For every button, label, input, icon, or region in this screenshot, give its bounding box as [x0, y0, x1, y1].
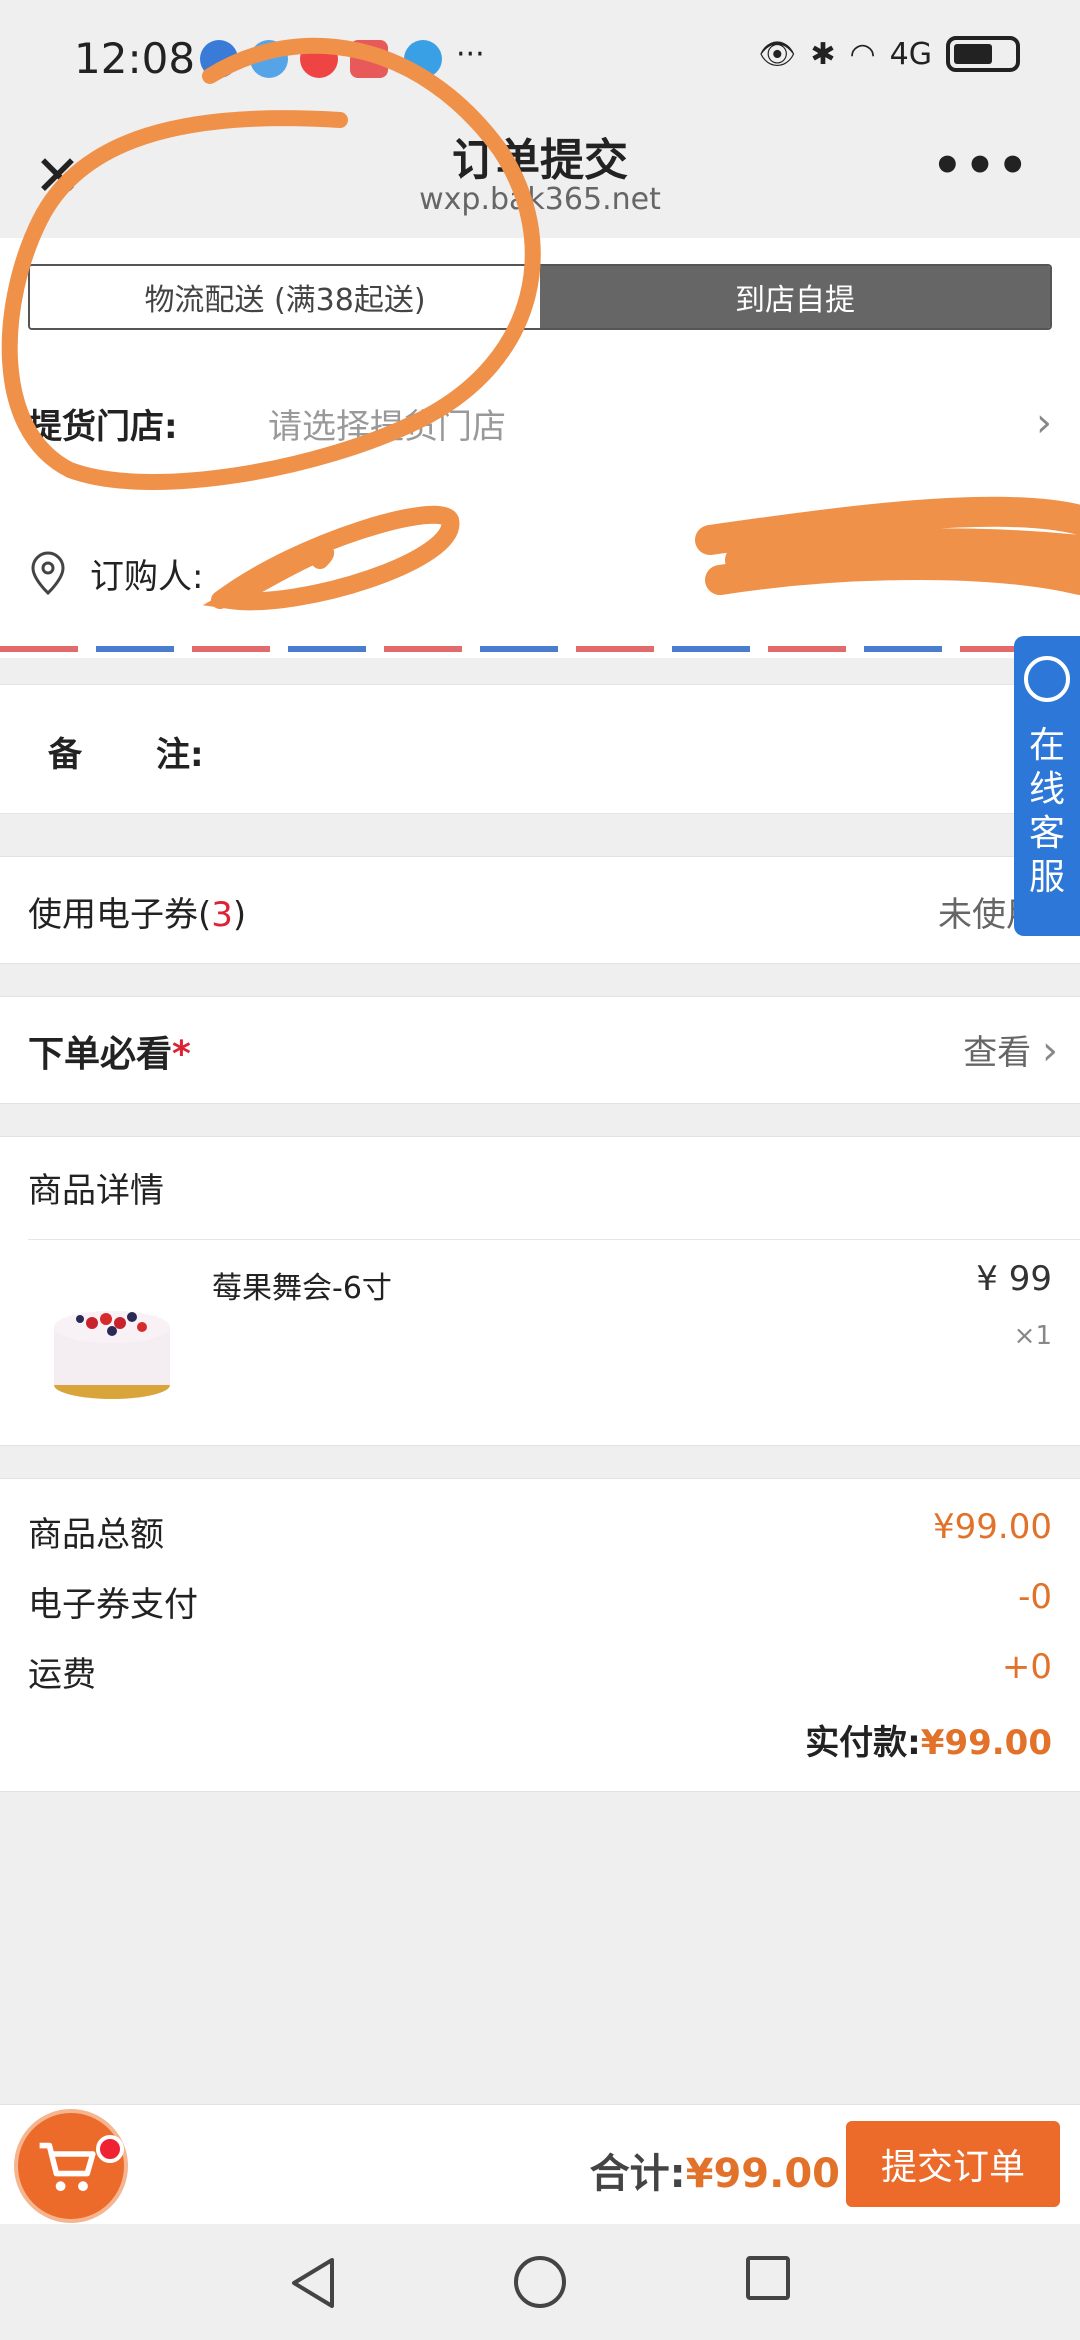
- coupon-label: 使用电子券(3): [28, 895, 247, 935]
- tab-logistics[interactable]: 物流配送 (满38起送): [30, 266, 540, 328]
- shipping-row: 运费 +0: [28, 1647, 1052, 1695]
- cart-icon: [39, 2142, 96, 2192]
- coupon-pay-row: 电子券支付 -0: [28, 1577, 1052, 1625]
- online-service-label: 在线客服: [1028, 725, 1065, 898]
- buyer-label: 订购人:: [90, 556, 204, 597]
- recents-icon[interactable]: [746, 2256, 790, 2300]
- shipping-value: +0: [1001, 1647, 1052, 1687]
- goods-name: 莓果舞会-6寸: [212, 1271, 392, 1306]
- store-placeholder: 请选择提货门店: [268, 406, 506, 447]
- huawei-app-icon: [350, 40, 388, 78]
- remark-label-suffix: 注:: [156, 735, 204, 775]
- more-notifications-icon: ···: [456, 37, 485, 72]
- store-label: 提货门店:: [28, 406, 178, 447]
- coupon-pay-value: -0: [1018, 1577, 1052, 1617]
- subtotal-value: ¥99.00: [933, 1507, 1052, 1547]
- back-icon[interactable]: [288, 2256, 338, 2310]
- title-bar: ✕ 订单提交 wxp.bak365.net •••: [0, 120, 1080, 238]
- chevron-right-icon: ›: [1042, 1028, 1058, 1074]
- location-pin-icon: [31, 551, 65, 596]
- more-menu-button[interactable]: •••: [932, 138, 1030, 194]
- store-select-row[interactable]: 提货门店: 请选择提货门店 ›: [28, 378, 1052, 468]
- headset-icon: [1024, 656, 1070, 702]
- subtotal-row: 商品总额 ¥99.00: [28, 1507, 1052, 1555]
- eye-icon: 👁: [758, 36, 797, 72]
- goods-card: 商品详情 莓果舞会-6寸 ¥ 99 ×1: [0, 1136, 1080, 1446]
- status-bar: 12:08 ··· 👁 ✱ ◠ 4G: [0, 0, 1080, 120]
- app-notification-icon: [300, 40, 338, 78]
- remark-label: 备: [48, 735, 84, 775]
- goods-price: ¥ 99: [976, 1259, 1052, 1299]
- goods-qty: ×1: [1013, 1321, 1052, 1351]
- tab-pickup[interactable]: 到店自提: [540, 266, 1050, 328]
- delivery-mode-toggle: 物流配送 (满38起送) 到店自提: [28, 264, 1052, 330]
- goods-header: 商品详情: [28, 1171, 164, 1211]
- paid-total: 实付款:¥99.00: [805, 1723, 1052, 1763]
- battery-icon: [946, 36, 1020, 72]
- delivery-card: 物流配送 (满38起送) 到店自提 提货门店: 请选择提货门店 › 订购人:: [0, 238, 1080, 658]
- signal-icon: 4G: [889, 36, 932, 72]
- cart-badge: [96, 2135, 124, 2163]
- cart-button[interactable]: [14, 2109, 128, 2223]
- submit-order-button[interactable]: 提交订单: [846, 2121, 1060, 2207]
- checkout-bar: 合计:¥99.00 提交订单: [0, 2104, 1080, 2224]
- address-divider: [0, 646, 1080, 652]
- cake-image: [54, 1311, 170, 1399]
- status-time: 12:08: [74, 34, 196, 83]
- order-notice-row[interactable]: 下单必看* 查看 ›: [0, 996, 1080, 1104]
- status-icons: 👁 ✱ ◠ 4G: [758, 36, 1020, 72]
- system-nav-bar: [0, 2224, 1080, 2340]
- remark-row[interactable]: 备 注:: [0, 684, 1080, 814]
- bluetooth-icon: ✱: [810, 36, 836, 72]
- wifi-icon: ◠: [849, 36, 876, 72]
- order-notice-label: 下单必看*: [28, 1034, 191, 1075]
- coupon-row[interactable]: 使用电子券(3) 未使用: [0, 856, 1080, 964]
- page-url: wxp.bak365.net: [419, 182, 661, 217]
- app-notification-icon: [250, 40, 288, 78]
- chat-notification-icon: [200, 40, 238, 78]
- view-notice-link[interactable]: 查看 ›: [963, 1025, 1058, 1074]
- browser-notification-icon: [404, 40, 442, 78]
- online-service-button[interactable]: 在线客服: [1014, 636, 1080, 936]
- buyer-row[interactable]: 订购人:: [28, 528, 1052, 618]
- checkout-total: 合计:¥99.00: [589, 2151, 840, 2197]
- home-icon[interactable]: [514, 2256, 566, 2308]
- chevron-right-icon: ›: [1036, 400, 1052, 446]
- page-title: 订单提交: [452, 135, 628, 186]
- price-summary: 商品总额 ¥99.00 电子券支付 -0 运费 +0 实付款:¥99.00: [0, 1478, 1080, 1792]
- coupon-count: 3: [211, 895, 233, 935]
